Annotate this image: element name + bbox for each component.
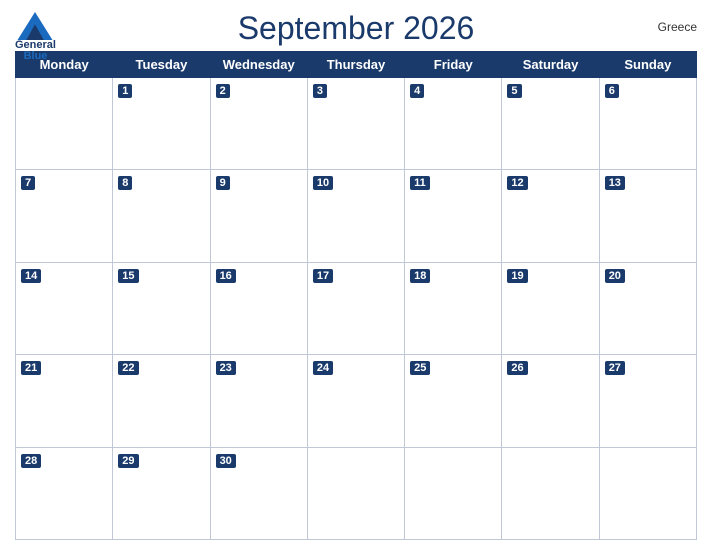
day-number: 15 [118,269,138,283]
day-number: 29 [118,454,138,468]
col-wednesday: Wednesday [210,52,307,78]
calendar-day-cell: 20 [599,262,696,354]
calendar-day-cell: 26 [502,355,599,447]
calendar-day-cell [307,447,404,539]
calendar-day-cell: 28 [16,447,113,539]
col-friday: Friday [405,52,502,78]
calendar-header-row: Monday Tuesday Wednesday Thursday Friday… [16,52,697,78]
day-number: 11 [410,176,430,190]
calendar-day-cell: 3 [307,78,404,170]
day-number: 25 [410,361,430,375]
calendar-day-cell: 13 [599,170,696,262]
calendar-day-cell [599,447,696,539]
calendar-header: General Blue September 2026 Greece [15,10,697,47]
calendar-week-row: 1 2 3 4 5 6 [16,78,697,170]
calendar-day-cell: 27 [599,355,696,447]
day-number: 12 [507,176,527,190]
calendar-day-cell: 2 [210,78,307,170]
calendar-day-cell: 8 [113,170,210,262]
day-number: 22 [118,361,138,375]
calendar-day-cell: 25 [405,355,502,447]
country-label: Greece [658,20,697,34]
day-number: 7 [21,176,35,190]
day-number: 8 [118,176,132,190]
day-number: 1 [118,84,132,98]
day-number: 19 [507,269,527,283]
calendar-day-cell: 16 [210,262,307,354]
day-number: 2 [216,84,230,98]
col-saturday: Saturday [502,52,599,78]
calendar-day-cell: 15 [113,262,210,354]
col-sunday: Sunday [599,52,696,78]
calendar-table: Monday Tuesday Wednesday Thursday Friday… [15,51,697,540]
calendar-title: September 2026 [238,10,475,47]
calendar-day-cell: 29 [113,447,210,539]
title-area: September 2026 [238,10,475,47]
calendar-day-cell: 18 [405,262,502,354]
day-number: 30 [216,454,236,468]
calendar-day-cell: 14 [16,262,113,354]
calendar-day-cell [405,447,502,539]
calendar-day-cell [502,447,599,539]
calendar-day-cell: 30 [210,447,307,539]
day-number: 27 [605,361,625,375]
day-number: 20 [605,269,625,283]
calendar-day-cell: 1 [113,78,210,170]
day-number: 9 [216,176,230,190]
calendar-day-cell: 23 [210,355,307,447]
day-number: 23 [216,361,236,375]
day-number: 14 [21,269,41,283]
col-tuesday: Tuesday [113,52,210,78]
calendar-day-cell: 19 [502,262,599,354]
calendar-day-cell: 12 [502,170,599,262]
day-number: 3 [313,84,327,98]
calendar-day-cell: 10 [307,170,404,262]
calendar-week-row: 14 15 16 17 18 19 20 [16,262,697,354]
calendar-week-row: 28 29 30 [16,447,697,539]
calendar-day-cell: 6 [599,78,696,170]
calendar-day-cell: 7 [16,170,113,262]
logo: General Blue [15,12,56,62]
day-number: 21 [21,361,41,375]
col-thursday: Thursday [307,52,404,78]
day-number: 13 [605,176,625,190]
calendar-week-row: 21 22 23 24 25 26 27 [16,355,697,447]
logo-blue: Blue [24,51,48,62]
calendar-day-cell: 24 [307,355,404,447]
day-number: 24 [313,361,333,375]
day-number: 26 [507,361,527,375]
calendar-day-cell [16,78,113,170]
day-number: 6 [605,84,619,98]
calendar-day-cell: 22 [113,355,210,447]
calendar-day-cell: 17 [307,262,404,354]
calendar-day-cell: 21 [16,355,113,447]
calendar-day-cell: 11 [405,170,502,262]
calendar-day-cell: 9 [210,170,307,262]
day-number: 5 [507,84,521,98]
day-number: 10 [313,176,333,190]
day-number: 28 [21,454,41,468]
calendar-week-row: 7 8 9 10 11 12 13 [16,170,697,262]
day-number: 17 [313,269,333,283]
calendar-day-cell: 4 [405,78,502,170]
day-number: 18 [410,269,430,283]
calendar-body: 1234567891011121314151617181920212223242… [16,78,697,540]
calendar-day-cell: 5 [502,78,599,170]
day-number: 16 [216,269,236,283]
day-number: 4 [410,84,424,98]
